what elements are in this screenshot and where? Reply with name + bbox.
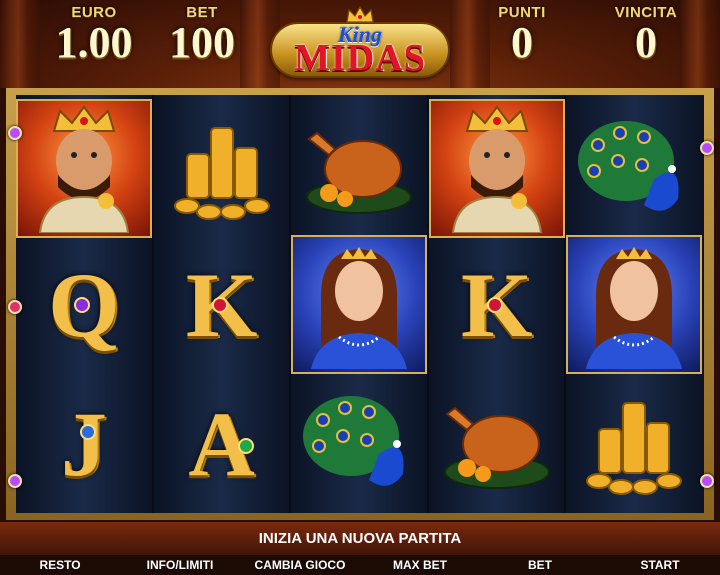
bet-button[interactable]: BET bbox=[480, 555, 600, 575]
symbol-k: K bbox=[429, 235, 565, 374]
letter-j: J bbox=[61, 392, 107, 495]
logo-midas-text: MIDAS bbox=[294, 37, 426, 79]
symbol-coins bbox=[566, 374, 702, 513]
punti-meter: PUNTI 0 bbox=[480, 4, 564, 65]
gold-coins-icon bbox=[173, 126, 270, 220]
status-message: INIZIA UNA NUOVA PARTITA bbox=[258, 530, 462, 547]
king-icon bbox=[38, 104, 130, 233]
payline-marker-icon bbox=[700, 474, 714, 488]
roast-turkey-icon bbox=[306, 131, 413, 214]
payline-marker-icon bbox=[8, 474, 22, 488]
symbol-turkey bbox=[291, 99, 427, 238]
queen-icon bbox=[586, 246, 683, 369]
top-header: EURO 1.00 BET 100 PUNTI 0 VINCITA 0 King… bbox=[0, 0, 720, 88]
gem-red-icon bbox=[211, 297, 228, 313]
button-bar: RESTO INFO/LIMITI CAMBIA GIOCO MAX BET B… bbox=[0, 555, 720, 575]
symbol-k: K bbox=[154, 235, 290, 374]
symbol-king bbox=[428, 99, 565, 238]
king-icon bbox=[451, 104, 542, 233]
reels-area: Q J K A K bbox=[16, 95, 704, 513]
symbol-a: A bbox=[154, 374, 290, 513]
gem-blue-icon bbox=[80, 424, 96, 440]
euro-value: 1.00 bbox=[55, 18, 133, 67]
punti-value: 0 bbox=[511, 18, 533, 67]
symbol-peacock bbox=[291, 374, 427, 513]
gem-red-icon bbox=[486, 297, 503, 313]
bet-value: 100 bbox=[169, 18, 235, 67]
message-bar: INIZIA UNA NUOVA PARTITA bbox=[0, 522, 720, 558]
gem-green-icon bbox=[237, 438, 254, 454]
bet-meter: BET 100 bbox=[160, 4, 244, 65]
game-logo: King MIDAS bbox=[272, 6, 448, 82]
roast-turkey-icon bbox=[443, 406, 550, 489]
reel-5 bbox=[566, 95, 704, 513]
info-limiti-button[interactable]: INFO/LIMITI bbox=[120, 555, 240, 575]
symbol-king bbox=[16, 99, 152, 238]
peacock-icon bbox=[578, 120, 679, 211]
cambia-gioco-button[interactable]: CAMBIA GIOCO bbox=[240, 555, 360, 575]
resto-button[interactable]: RESTO bbox=[0, 555, 120, 575]
payline-marker-icon bbox=[8, 300, 22, 314]
euro-meter: EURO 1.00 bbox=[44, 4, 144, 65]
gem-purple-icon bbox=[74, 297, 90, 313]
symbol-queen bbox=[566, 235, 703, 374]
symbol-j: J bbox=[16, 374, 152, 513]
reel-2: K A bbox=[153, 95, 292, 513]
gold-coins-icon bbox=[586, 401, 683, 495]
max-bet-button[interactable]: MAX BET bbox=[360, 555, 480, 575]
symbol-turkey bbox=[429, 374, 565, 513]
vincita-meter: VINCITA 0 bbox=[598, 4, 694, 65]
queen-icon bbox=[311, 246, 408, 369]
symbol-q: Q bbox=[16, 235, 152, 374]
reel-3 bbox=[291, 95, 429, 513]
reel-4: K bbox=[428, 95, 567, 513]
curtain-left bbox=[0, 0, 40, 88]
symbol-peacock bbox=[566, 99, 702, 238]
peacock-icon bbox=[303, 395, 404, 486]
vincita-value: 0 bbox=[635, 18, 657, 67]
payline-marker-icon bbox=[700, 141, 714, 155]
start-button[interactable]: START bbox=[600, 555, 720, 575]
symbol-queen bbox=[291, 235, 428, 374]
payline-marker-icon bbox=[8, 126, 22, 140]
symbol-coins bbox=[154, 99, 290, 238]
reel-1: Q J bbox=[16, 95, 154, 513]
